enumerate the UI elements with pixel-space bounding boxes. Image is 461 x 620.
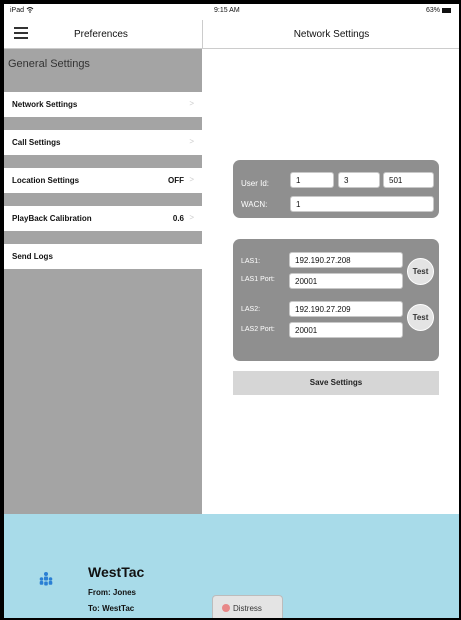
wacn-field[interactable]: 1 <box>290 196 434 212</box>
sidebar-item-playback-calibration[interactable]: PlayBack Calibration 0.6 > <box>4 206 202 231</box>
sidebar-item-label: Call Settings <box>12 138 61 147</box>
las2-address-field[interactable]: 192.190.27.209 <box>289 301 403 317</box>
people-group-icon <box>39 572 53 586</box>
user-id-field-1[interactable]: 1 <box>290 172 334 188</box>
network-settings-panel: User Id: 1 3 501 WACN: 1 LAS1: 192.190.2… <box>202 49 459 514</box>
user-id-card: User Id: 1 3 501 WACN: 1 <box>233 160 439 218</box>
settings-sidebar: General Settings Network Settings > Call… <box>4 49 203 514</box>
preferences-nav-bar: Preferences <box>4 20 202 49</box>
las2-port-field[interactable]: 20001 <box>289 322 403 338</box>
las1-port-label: LAS1 Port: <box>241 276 275 283</box>
preferences-title: Preferences <box>74 29 128 40</box>
las1-address-field[interactable]: 192.190.27.208 <box>289 252 403 268</box>
las1-port-field[interactable]: 20001 <box>289 273 403 289</box>
sidebar-item-label: Send Logs <box>12 252 53 261</box>
network-settings-nav-bar: Network Settings <box>202 20 459 49</box>
distress-label: Distress <box>233 604 262 613</box>
distress-indicator-icon <box>222 604 230 612</box>
network-settings-title: Network Settings <box>293 29 370 40</box>
wacn-label: WACN: <box>241 200 268 209</box>
status-bar: iPad 9:15 AM 63% <box>4 4 459 20</box>
chevron-right-icon: > <box>189 213 194 222</box>
test-las2-button[interactable]: Test <box>407 304 434 331</box>
sidebar-item-label: PlayBack Calibration <box>12 214 92 223</box>
sidebar-item-call-settings[interactable]: Call Settings > <box>4 130 202 155</box>
talkgroup-name: WestTac <box>88 564 145 580</box>
battery-status: 63% <box>426 7 451 14</box>
user-id-field-3[interactable]: 501 <box>383 172 434 188</box>
chevron-right-icon: > <box>189 175 194 184</box>
las2-port-label: LAS2 Port: <box>241 326 275 333</box>
call-to: To: WestTac <box>88 604 135 613</box>
hamburger-menu-icon[interactable] <box>14 27 28 39</box>
las-servers-card: LAS1: 192.190.27.208 LAS1 Port: 20001 Te… <box>233 239 439 361</box>
las1-label: LAS1: <box>241 258 261 265</box>
las2-label: LAS2: <box>241 306 261 313</box>
distress-button[interactable]: Distress <box>212 595 283 618</box>
test-las1-button[interactable]: Test <box>407 258 434 285</box>
save-settings-button[interactable]: Save Settings <box>233 371 439 395</box>
device-label: iPad <box>10 7 34 14</box>
battery-icon <box>442 8 451 13</box>
sidebar-section-title: General Settings <box>8 58 90 70</box>
clock: 9:15 AM <box>214 7 240 14</box>
wifi-icon <box>26 7 34 13</box>
sidebar-item-network-settings[interactable]: Network Settings > <box>4 92 202 117</box>
sidebar-item-label: Network Settings <box>12 100 78 109</box>
sidebar-item-location-settings[interactable]: Location Settings OFF > <box>4 168 202 193</box>
user-id-label: User Id: <box>241 179 270 188</box>
app-window: iPad 9:15 AM 63% Preferences Network Set… <box>4 4 459 618</box>
user-id-field-2[interactable]: 3 <box>338 172 380 188</box>
sidebar-item-send-logs[interactable]: Send Logs <box>4 244 202 269</box>
location-status-value: OFF <box>168 176 184 185</box>
call-from: From: Jones <box>88 588 137 597</box>
calibration-value: 0.6 <box>172 214 184 223</box>
chevron-right-icon: > <box>189 99 194 108</box>
sidebar-item-label: Location Settings <box>12 176 80 185</box>
chevron-right-icon: > <box>189 137 194 146</box>
active-call-footer: WestTac From: Jones To: WestTac Distress <box>4 514 459 618</box>
